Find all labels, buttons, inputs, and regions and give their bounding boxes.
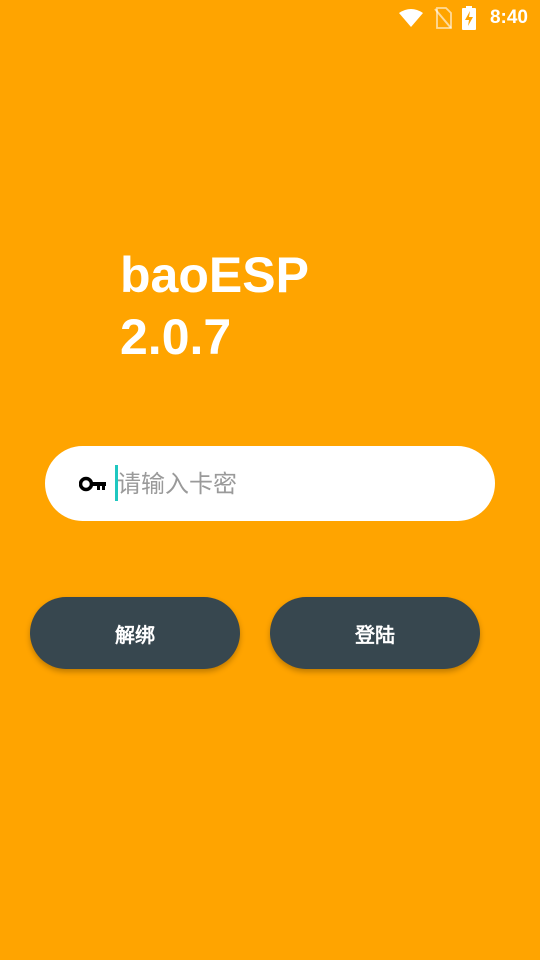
- status-bar: 8:40: [0, 0, 540, 36]
- app-name: baoESP: [120, 247, 309, 303]
- wifi-icon: [398, 8, 424, 28]
- key-icon: [78, 476, 107, 492]
- status-icons: 8:40: [398, 6, 528, 30]
- app-version: 2.0.7: [120, 309, 232, 365]
- text-cursor: [115, 465, 118, 501]
- no-sim-icon: [434, 7, 452, 29]
- app-title: baoESP 2.0.7: [120, 244, 309, 368]
- clock: 8:40: [489, 7, 528, 28]
- login-button[interactable]: 登陆: [270, 597, 480, 669]
- card-key-field[interactable]: [45, 446, 495, 521]
- battery-charging-icon: [461, 6, 476, 30]
- card-key-input[interactable]: [117, 463, 467, 504]
- unbind-button[interactable]: 解绑: [30, 597, 240, 669]
